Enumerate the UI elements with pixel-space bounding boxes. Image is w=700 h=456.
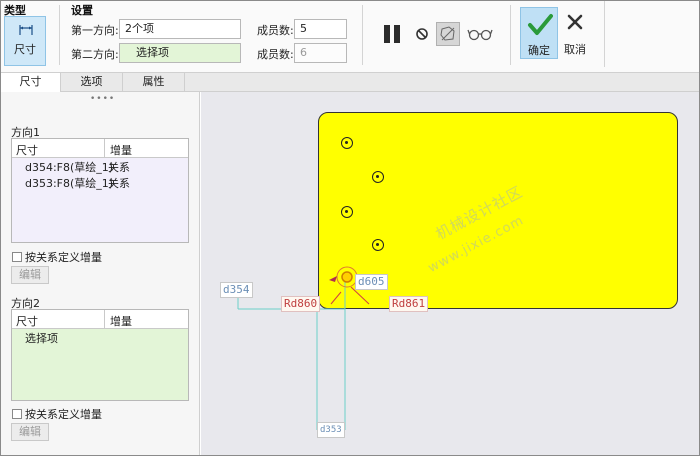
glasses-icon[interactable] — [467, 27, 493, 41]
dimension-type-button[interactable]: 尺寸 — [4, 16, 46, 66]
second-direction-label: 第二方向: — [71, 48, 119, 61]
column-increment: 增量 — [110, 315, 132, 328]
ribbon-separator — [604, 1, 605, 67]
tab-options[interactable]: 选项 — [61, 73, 123, 92]
tab-dimensions[interactable]: 尺寸 — [1, 73, 61, 93]
dimensions-panel: •••• 方向1 尺寸 增量 d354:F8(草绘_1) 关系 d353:F8(… — [1, 92, 200, 455]
members1-input[interactable]: 5 — [294, 19, 347, 39]
dimension-icon — [19, 25, 33, 35]
dimension-rd861[interactable]: Rd861 — [389, 296, 429, 312]
direction1-dimension-list[interactable]: 尺寸 增量 d354:F8(草绘_1) 关系 d353:F8(草绘_1) 关系 — [11, 138, 189, 243]
first-direction-collector[interactable]: 2个项 — [119, 19, 241, 39]
cancel-button[interactable]: 取消 — [558, 7, 592, 59]
direction1-relation-checkbox[interactable]: 按关系定义增量 — [12, 249, 102, 265]
dimension-d353[interactable]: d353 — [317, 422, 345, 438]
direction2-dimension-list[interactable]: 尺寸 增量 选择项 — [11, 309, 189, 401]
table-row[interactable]: d353:F8(草绘_1) 关系 — [12, 174, 188, 190]
ribbon-separator — [510, 5, 511, 65]
first-direction-label: 第一方向: — [71, 24, 119, 37]
select-item-prompt: 选择项 — [25, 332, 58, 345]
ribbon-toolbar: 类型 尺寸 设置 第一方向: 2个项 第二方向: 选择项 成员数: 5 成员数:… — [1, 1, 699, 73]
direction1-edit-button[interactable]: 编辑 — [11, 266, 49, 284]
settings-section-label: 设置 — [71, 4, 93, 17]
members1-label: 成员数: — [257, 24, 294, 37]
list-item[interactable]: 选择项 — [12, 329, 188, 345]
dimension-rd860[interactable]: Rd860 — [281, 296, 321, 312]
column-dimension: 尺寸 — [16, 144, 38, 157]
dimension-type-label: 尺寸 — [14, 43, 36, 56]
list-header: 尺寸 增量 — [12, 139, 188, 158]
checkbox-box[interactable] — [12, 252, 22, 262]
tab-bar: 尺寸 选项 属性 — [1, 73, 699, 93]
dimension-d605[interactable]: d605 — [355, 274, 388, 290]
row-dimension: d353:F8(草绘_1) — [25, 177, 114, 190]
direction2-relation-checkbox[interactable]: 按关系定义增量 — [12, 406, 102, 422]
column-dimension: 尺寸 — [16, 315, 38, 328]
no-preview-icon[interactable] — [415, 27, 429, 41]
geometry-preview-toggle[interactable] — [436, 22, 460, 46]
second-direction-collector[interactable]: 选择项 — [119, 43, 241, 63]
panel-grip-handle[interactable]: •••• — [90, 94, 115, 104]
close-icon — [567, 14, 583, 30]
checkmark-icon — [528, 14, 553, 35]
row-dimension: d354:F8(草绘_1) — [25, 161, 114, 174]
checkbox-box[interactable] — [12, 409, 22, 419]
direction2-edit-button[interactable]: 编辑 — [11, 423, 49, 441]
row-increment[interactable]: 关系 — [108, 175, 130, 191]
column-increment: 增量 — [110, 144, 132, 157]
graphics-area[interactable]: d354 d605 Rd860 Rd861 d353 机械设计社区 www.ji… — [201, 92, 699, 455]
ribbon-separator — [59, 5, 60, 65]
members2-label: 成员数: — [257, 48, 294, 61]
row-increment[interactable]: 关系 — [108, 159, 130, 175]
ok-button[interactable]: 确定 — [520, 7, 558, 59]
pattern-dialog-window: 类型 尺寸 设置 第一方向: 2个项 第二方向: 选择项 成员数: 5 成员数:… — [0, 0, 700, 456]
pause-icon[interactable] — [382, 24, 404, 44]
ribbon-separator — [362, 5, 363, 65]
list-header: 尺寸 增量 — [12, 310, 188, 329]
ok-label: 确定 — [528, 44, 550, 57]
geometry-preview-icon — [440, 26, 455, 41]
members2-input[interactable]: 6 — [294, 43, 347, 63]
table-row[interactable]: d354:F8(草绘_1) 关系 — [12, 158, 188, 174]
checkbox-label: 按关系定义增量 — [25, 251, 102, 264]
checkbox-label: 按关系定义增量 — [25, 408, 102, 421]
tab-properties[interactable]: 属性 — [123, 73, 185, 92]
cancel-label: 取消 — [564, 43, 586, 56]
dimension-d354[interactable]: d354 — [220, 282, 253, 298]
dimension-leader-lines — [237, 266, 370, 431]
